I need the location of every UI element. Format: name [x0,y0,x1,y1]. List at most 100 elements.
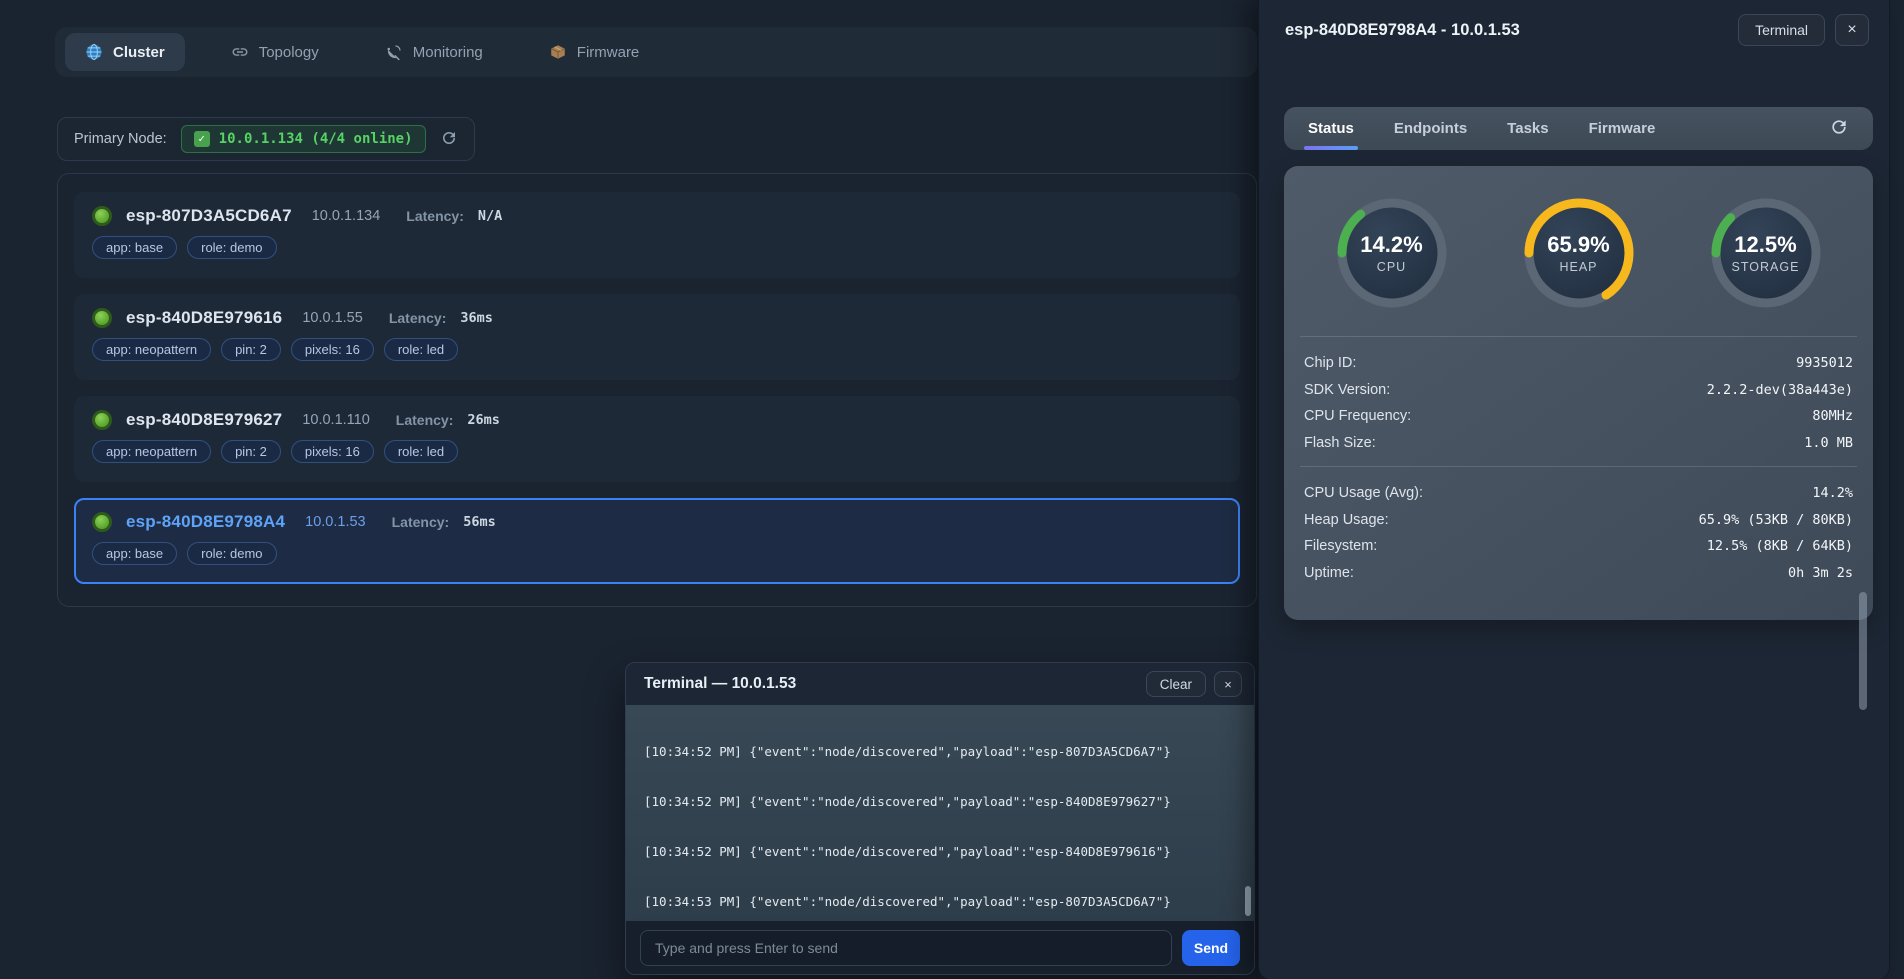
primary-node-badge: ✓ 10.0.1.134 (4/4 online) [181,125,426,153]
tab-label: Monitoring [413,44,483,61]
node-tag: pin: 2 [221,440,281,463]
node-card-selected[interactable]: esp-840D8E9798A4 10.0.1.53 Latency: 56ms… [74,498,1240,584]
tag-row: app: neopattern pin: 2 pixels: 16 role: … [92,338,1222,361]
node-ip: 10.0.1.53 [305,514,365,530]
latency-value: 56ms [463,514,496,530]
refresh-icon [440,129,458,150]
stat-row: CPU Frequency: 80MHz [1304,403,1853,430]
online-status-icon [92,512,112,532]
gauge-value: 65.9% [1547,232,1609,258]
node-tag: app: base [92,236,177,259]
terminal-log[interactable]: [10:34:52 PM] {"event":"node/discovered"… [626,705,1254,921]
panel-tabbar: Status Endpoints Tasks Firmware [1284,107,1873,150]
terminal-header: Terminal — 10.0.1.53 Clear × [626,663,1254,705]
panel-refresh-button[interactable] [1829,117,1849,140]
stat-value: 2.2.2-dev(38a443e) [1707,382,1853,398]
terminal-log-line: [10:34:52 PM] {"event":"node/discovered"… [644,744,1254,761]
node-name: esp-840D8E979627 [126,410,282,430]
latency-label: Latency: [389,310,447,326]
node-card[interactable]: esp-807D3A5CD6A7 10.0.1.134 Latency: N/A… [74,192,1240,278]
terminal-scrollbar[interactable] [1245,886,1251,916]
stat-label: CPU Usage (Avg): [1304,485,1423,501]
tab-label: Topology [259,44,319,61]
node-tag: app: neopattern [92,338,211,361]
latency-label: Latency: [392,514,450,530]
terminal-clear-button[interactable]: Clear [1146,671,1206,697]
online-status-icon [92,308,112,328]
device-info-list: Chip ID: 9935012 SDK Version: 2.2.2-dev(… [1298,337,1859,456]
tag-row: app: neopattern pin: 2 pixels: 16 role: … [92,440,1222,463]
panel-tab-endpoints[interactable]: Endpoints [1394,107,1467,150]
terminal-title: Terminal — 10.0.1.53 [644,675,796,693]
node-name: esp-807D3A5CD6A7 [126,206,292,226]
latency-value: 36ms [460,310,493,326]
terminal-close-button[interactable]: × [1214,671,1242,697]
heap-gauge: 65.9% HEAP [1520,194,1638,312]
panel-header: esp-840D8E9798A4 - 10.0.1.53 Terminal × [1259,0,1889,60]
gauge-value: 14.2% [1360,232,1422,258]
stat-label: Chip ID: [1304,355,1356,371]
panel-tab-status[interactable]: Status [1308,107,1354,150]
primary-node-label: Primary Node: [74,131,167,147]
refresh-icon [1829,117,1849,140]
panel-scrollbar[interactable] [1859,592,1867,710]
stat-row: Chip ID: 9935012 [1304,350,1853,377]
node-card[interactable]: esp-840D8E979616 10.0.1.55 Latency: 36ms… [74,294,1240,380]
node-card[interactable]: esp-840D8E979627 10.0.1.110 Latency: 26m… [74,396,1240,482]
primary-node-status: 10.0.1.134 (4/4 online) [219,131,413,147]
node-tag: pin: 2 [221,338,281,361]
stat-label: Uptime: [1304,565,1354,581]
link-icon [231,43,249,61]
stat-row: CPU Usage (Avg): 14.2% [1304,480,1853,507]
stat-row: Heap Usage: 65.9% (53KB / 80KB) [1304,507,1853,534]
node-ip: 10.0.1.110 [302,412,369,428]
stat-value: 9935012 [1796,355,1853,371]
cpu-gauge: 14.2% CPU [1333,194,1451,312]
gauge-label: HEAP [1559,260,1597,274]
tab-firmware[interactable]: Firmware [529,33,660,71]
node-tag: app: base [92,542,177,565]
gauge-value: 12.5% [1734,232,1796,258]
gauge-row: 14.2% CPU 65.9% HEAP [1298,194,1859,312]
latency-value: N/A [478,208,502,224]
stat-row: SDK Version: 2.2.2-dev(38a443e) [1304,377,1853,404]
check-icon: ✓ [194,131,210,147]
node-ip: 10.0.1.134 [312,208,381,224]
stat-value: 1.0 MB [1804,435,1853,451]
node-detail-panel: esp-840D8E9798A4 - 10.0.1.53 Terminal × … [1258,0,1890,979]
latency-label: Latency: [406,208,464,224]
terminal-log-line: [10:34:52 PM] {"event":"node/discovered"… [644,844,1254,861]
panel-tab-tasks[interactable]: Tasks [1507,107,1548,150]
panel-tab-firmware[interactable]: Firmware [1589,107,1656,150]
satellite-icon [385,43,403,61]
close-icon: × [1847,21,1856,38]
stat-value: 12.5% (8KB / 64KB) [1707,538,1853,554]
terminal-button[interactable]: Terminal [1738,14,1825,46]
stat-label: Filesystem: [1304,538,1377,554]
tab-monitoring[interactable]: Monitoring [365,33,503,71]
node-tag: pixels: 16 [291,440,374,463]
send-button[interactable]: Send [1182,930,1240,966]
node-tag: role: led [384,338,458,361]
latency-value: 26ms [467,412,500,428]
online-status-icon [92,410,112,430]
node-tag: app: neopattern [92,440,211,463]
tab-topology[interactable]: Topology [211,33,339,71]
panel-close-button[interactable]: × [1835,14,1869,46]
terminal-input[interactable] [640,930,1172,966]
node-name: esp-840D8E9798A4 [126,512,285,532]
terminal-input-row: Send [626,921,1254,974]
tab-cluster[interactable]: Cluster [65,33,185,71]
tab-label: Firmware [577,44,640,61]
terminal-window: Terminal — 10.0.1.53 Clear × [10:34:52 P… [625,662,1255,975]
gauge-label: STORAGE [1732,260,1800,274]
tag-row: app: base role: demo [92,542,1222,565]
stat-row: Flash Size: 1.0 MB [1304,430,1853,457]
tab-label: Cluster [113,44,165,61]
close-icon: × [1224,677,1232,692]
usage-info-list: CPU Usage (Avg): 14.2% Heap Usage: 65.9%… [1298,467,1859,586]
status-card: 14.2% CPU 65.9% HEAP [1284,166,1873,620]
node-tag: role: led [384,440,458,463]
gauge-label: CPU [1377,260,1406,274]
refresh-nodes-button[interactable] [440,129,458,150]
